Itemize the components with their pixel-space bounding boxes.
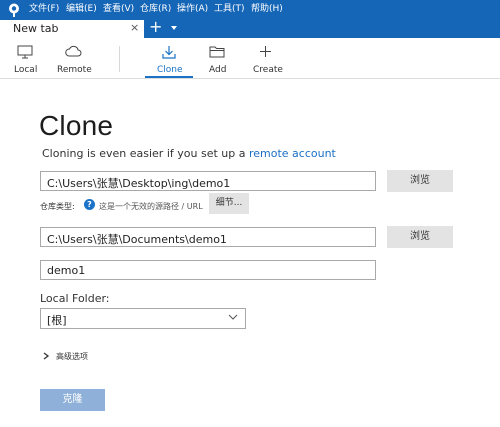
menu-bar: 文件(F) 编辑(E) 查看(V) 仓库(R) 操作(A) 工具(T) 帮助(H… bbox=[0, 0, 500, 20]
chevron-down-icon bbox=[228, 314, 238, 320]
toolbar-create-button[interactable]: Create bbox=[250, 38, 284, 79]
toolbar-clone-label: Clone bbox=[157, 65, 183, 75]
folder-icon bbox=[209, 46, 225, 58]
subtitle-text: Cloning is even easier if you set up a bbox=[42, 147, 246, 160]
toolbar-clone-button[interactable]: Clone bbox=[150, 38, 190, 79]
clone-button[interactable]: 克隆 bbox=[40, 389, 105, 411]
toolbar-add-button[interactable]: Add bbox=[203, 38, 233, 79]
repo-type-hint: 这是一个无效的源路径 / URL bbox=[99, 202, 203, 211]
menu-view[interactable]: 查看(V) bbox=[103, 4, 134, 15]
destination-path-input[interactable]: C:\Users\张慧\Documents\demo1 bbox=[40, 227, 376, 247]
plus-icon bbox=[260, 46, 271, 57]
toolbar: Local Remote Clone Add Create bbox=[0, 38, 500, 79]
browse-destination-button[interactable]: 浏览 bbox=[387, 226, 453, 248]
repo-type-row: 仓库类型: ? 这是一个无效的源路径 / URL 细节... bbox=[40, 193, 260, 217]
clone-panel: Clone Cloning is even easier if you set … bbox=[0, 80, 500, 427]
browse-source-button[interactable]: 浏览 bbox=[387, 170, 453, 192]
toolbar-remote-label: Remote bbox=[57, 65, 92, 75]
toolbar-remote-button[interactable]: Remote bbox=[53, 38, 93, 79]
toolbar-separator bbox=[119, 46, 120, 72]
page-subtitle: Cloning is even easier if you set up a r… bbox=[42, 147, 336, 160]
tab-new-tab[interactable]: New tab × bbox=[0, 20, 144, 38]
toolbar-local-button[interactable]: Local bbox=[10, 38, 40, 79]
download-icon bbox=[162, 46, 176, 59]
tab-title: New tab bbox=[13, 22, 59, 35]
details-button[interactable]: 细节... bbox=[209, 193, 249, 214]
local-folder-label: Local Folder: bbox=[40, 292, 110, 305]
local-folder-select[interactable]: [根] bbox=[40, 308, 246, 329]
local-folder-value: [根] bbox=[47, 314, 67, 327]
menu-tools[interactable]: 工具(T) bbox=[214, 4, 245, 15]
monitor-icon bbox=[17, 45, 33, 59]
toolbar-create-label: Create bbox=[253, 65, 283, 75]
close-icon[interactable]: × bbox=[130, 21, 139, 35]
menu-edit[interactable]: 编辑(E) bbox=[66, 4, 97, 15]
name-input[interactable]: demo1 bbox=[40, 260, 376, 280]
advanced-options-label: 高级选项 bbox=[56, 352, 88, 361]
menu-file[interactable]: 文件(F) bbox=[29, 4, 59, 15]
menu-actions[interactable]: 操作(A) bbox=[177, 4, 208, 15]
cloud-icon bbox=[65, 45, 82, 57]
add-tab-icon[interactable]: + bbox=[149, 17, 162, 37]
menu-repository[interactable]: 仓库(R) bbox=[140, 4, 171, 15]
toolbar-add-label: Add bbox=[209, 65, 227, 75]
page-title: Clone bbox=[39, 110, 114, 141]
tab-strip: New tab × + bbox=[0, 17, 500, 38]
remote-account-link[interactable]: remote account bbox=[249, 147, 336, 160]
tab-list-chevron-down-icon[interactable] bbox=[171, 26, 177, 30]
active-tool-indicator bbox=[145, 76, 193, 78]
toolbar-local-label: Local bbox=[14, 65, 38, 75]
source-path-input[interactable]: C:\Users\张慧\Desktop\ing\demo1 bbox=[40, 171, 376, 191]
help-icon[interactable]: ? bbox=[84, 199, 95, 210]
chevron-right-icon bbox=[43, 352, 50, 360]
repo-type-label: 仓库类型: bbox=[40, 202, 75, 211]
sourcetree-logo-icon bbox=[9, 3, 19, 17]
menu-help[interactable]: 帮助(H) bbox=[251, 4, 283, 15]
